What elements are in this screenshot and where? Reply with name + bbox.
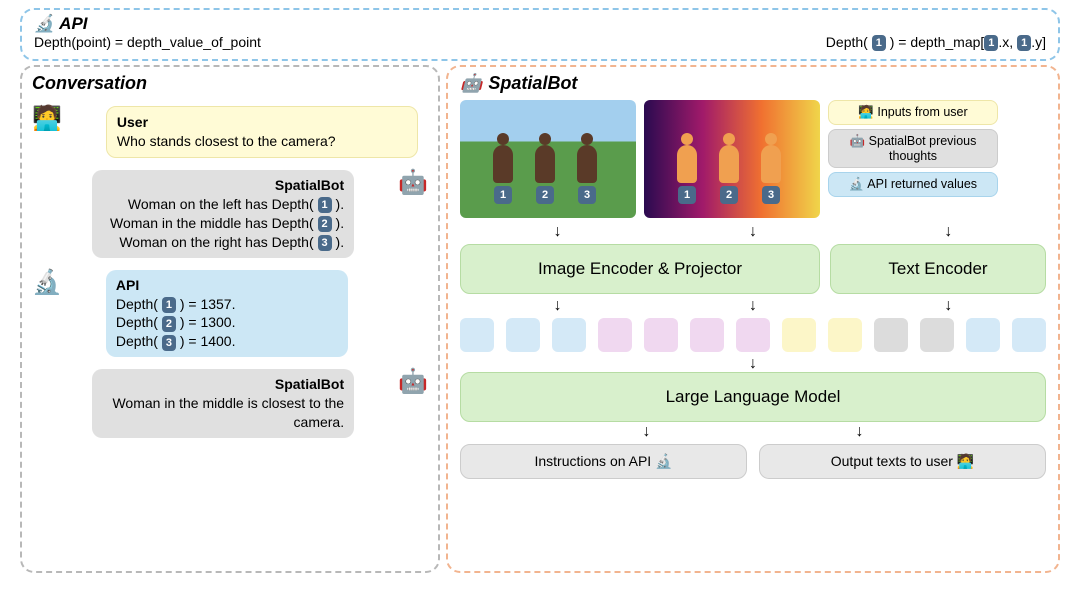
user-avatar-icon: 🧑‍💻 bbox=[32, 104, 62, 133]
conversation-title: Conversation bbox=[32, 73, 428, 94]
badge-3: 3 bbox=[762, 186, 780, 204]
spatialbot-title-text: SpatialBot bbox=[488, 73, 577, 94]
api-title-text: API bbox=[59, 14, 87, 34]
spatialbot-panel: 🤖 SpatialBot 1 2 3 1 2 3 🧑‍💻 Inputs from… bbox=[446, 65, 1060, 573]
output-user: Output texts to user 🧑‍💻 bbox=[759, 444, 1046, 479]
bot-answer: Woman in the middle is closest to the ca… bbox=[102, 394, 344, 432]
user-question: Who stands closest to the camera? bbox=[117, 132, 407, 151]
arrow-3: ↓ bbox=[460, 356, 1046, 372]
rgb-image: 1 2 3 bbox=[460, 100, 636, 218]
arrow-down-icon: ↓ bbox=[944, 224, 952, 240]
token bbox=[644, 318, 678, 352]
arrow-down-icon: ↓ bbox=[856, 424, 864, 440]
output-api: Instructions on API 🔬 bbox=[460, 444, 747, 479]
bot-bubble-2: SpatialBot Woman in the middle is closes… bbox=[92, 369, 354, 438]
token bbox=[736, 318, 770, 352]
token bbox=[552, 318, 586, 352]
spatialbot-title: 🤖 SpatialBot bbox=[460, 73, 1046, 94]
arrows-1: ↓ ↓ ↓ bbox=[460, 224, 1046, 240]
output-row: Instructions on API 🔬 Output texts to us… bbox=[460, 444, 1046, 479]
bot1-line3: Woman on the right has Depth( 3 ). bbox=[102, 233, 344, 252]
llm-module: Large Language Model bbox=[460, 372, 1046, 422]
arrows-2: ↓ ↓ ↓ bbox=[460, 298, 1046, 314]
token bbox=[966, 318, 1000, 352]
arrows-4: ↓↓ bbox=[460, 424, 1046, 440]
badge-3: 3 bbox=[578, 186, 596, 204]
token bbox=[506, 318, 540, 352]
token bbox=[782, 318, 816, 352]
api-formula-left: Depth(point) = depth_value_of_point bbox=[34, 34, 261, 51]
legend: 🧑‍💻 Inputs from user 🤖 SpatialBot previo… bbox=[828, 100, 998, 197]
bot-label-2: SpatialBot bbox=[102, 375, 344, 394]
user-message-row: 🧑‍💻 User Who stands closest to the camer… bbox=[32, 100, 428, 164]
arrow-down-icon: ↓ bbox=[643, 424, 651, 440]
image-encoder-module: Image Encoder & Projector bbox=[460, 244, 820, 294]
api-bubble: API Depth( 1 ) = 1357. Depth( 2 ) = 1300… bbox=[106, 270, 348, 358]
text-encoder-module: Text Encoder bbox=[830, 244, 1046, 294]
arrow-down-icon: ↓ bbox=[749, 355, 757, 372]
bot1-line1: Woman on the left has Depth( 1 ). bbox=[102, 195, 344, 214]
bot-message-row-1: 🤖 SpatialBot Woman on the left has Depth… bbox=[32, 164, 428, 264]
microscope-icon: 🔬 bbox=[34, 14, 55, 34]
arrow-down-icon: ↓ bbox=[749, 224, 757, 240]
bot-bubble-1: SpatialBot Woman on the left has Depth( … bbox=[92, 170, 354, 258]
legend-api: 🔬 API returned values bbox=[828, 172, 998, 197]
depth-image: 1 2 3 bbox=[644, 100, 820, 218]
api-message-row: 🔬 API Depth( 1 ) = 1357. Depth( 2 ) = 13… bbox=[32, 264, 428, 364]
badge-1: 1 bbox=[494, 186, 512, 204]
token bbox=[598, 318, 632, 352]
legend-bot: 🤖 SpatialBot previous thoughts bbox=[828, 129, 998, 168]
token bbox=[690, 318, 724, 352]
bot-avatar-icon: 🤖 bbox=[398, 168, 428, 197]
token bbox=[874, 318, 908, 352]
api-formula-row: Depth(point) = depth_value_of_point Dept… bbox=[34, 34, 1046, 51]
badge-1: 1 bbox=[678, 186, 696, 204]
api-title: 🔬 API bbox=[34, 14, 1046, 34]
api-label: API bbox=[116, 276, 338, 295]
token-row bbox=[460, 318, 1046, 352]
arrow-down-icon: ↓ bbox=[749, 298, 757, 314]
api-line2: Depth( 2 ) = 1300. bbox=[116, 313, 338, 332]
badge-2: 2 bbox=[720, 186, 738, 204]
api-line3: Depth( 3 ) = 1400. bbox=[116, 332, 338, 351]
bot1-line2: Woman in the middle has Depth( 2 ). bbox=[102, 214, 344, 233]
user-label: User bbox=[117, 113, 407, 132]
arrow-down-icon: ↓ bbox=[554, 298, 562, 314]
token bbox=[460, 318, 494, 352]
api-formula-right: Depth( 1 ) = depth_map[1.x, 1.y] bbox=[826, 34, 1046, 51]
bot-label-1: SpatialBot bbox=[102, 176, 344, 195]
api-panel: 🔬 API Depth(point) = depth_value_of_poin… bbox=[20, 8, 1060, 61]
robot-icon: 🤖 bbox=[460, 73, 482, 94]
arrow-down-icon: ↓ bbox=[944, 298, 952, 314]
conversation-panel: Conversation 🧑‍💻 User Who stands closest… bbox=[20, 65, 440, 573]
api-line1: Depth( 1 ) = 1357. bbox=[116, 295, 338, 314]
input-row: 1 2 3 1 2 3 🧑‍💻 Inputs from user 🤖 Spati… bbox=[460, 100, 1046, 218]
token bbox=[920, 318, 954, 352]
badge-2: 2 bbox=[536, 186, 554, 204]
bot-avatar-icon: 🤖 bbox=[398, 367, 428, 396]
encoder-row: Image Encoder & Projector Text Encoder bbox=[460, 244, 1046, 294]
token bbox=[1012, 318, 1046, 352]
bot-message-row-2: 🤖 SpatialBot Woman in the middle is clos… bbox=[32, 363, 428, 444]
legend-user: 🧑‍💻 Inputs from user bbox=[828, 100, 998, 125]
token bbox=[828, 318, 862, 352]
microscope-icon: 🔬 bbox=[32, 268, 62, 297]
arrow-down-icon: ↓ bbox=[554, 224, 562, 240]
user-bubble: User Who stands closest to the camera? bbox=[106, 106, 418, 158]
